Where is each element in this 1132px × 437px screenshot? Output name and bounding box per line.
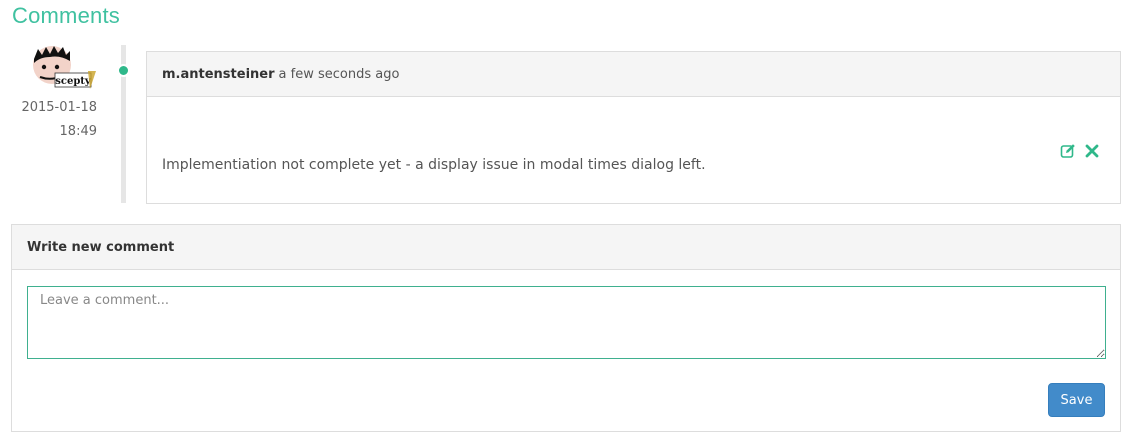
save-button[interactable]: Save: [1048, 383, 1105, 417]
new-comment-panel: Write new comment Save: [11, 224, 1121, 432]
timeline-dot: [117, 64, 130, 77]
comment-input[interactable]: [27, 286, 1106, 359]
avatar: scepty: [30, 45, 96, 97]
delete-icon[interactable]: [1084, 143, 1100, 159]
comment-header: m.antensteiner a few seconds ago: [147, 52, 1120, 97]
comment-actions: [1060, 143, 1100, 159]
svg-text:scepty: scepty: [55, 76, 92, 87]
comment-relative-time: a few seconds ago: [278, 66, 400, 82]
section-title: Comments: [12, 3, 120, 28]
new-comment-heading: Write new comment: [12, 225, 1120, 270]
comment-text: Implementiation not complete yet - a dis…: [162, 157, 706, 173]
comment-date: 2015-01-18: [21, 100, 97, 115]
comment-body: Implementiation not complete yet - a dis…: [147, 97, 1120, 203]
comment-author[interactable]: m.antensteiner: [162, 67, 275, 82]
comment-time: 18:49: [59, 124, 97, 139]
comment-card: m.antensteiner a few seconds ago Impleme…: [146, 51, 1121, 204]
edit-icon[interactable]: [1060, 143, 1076, 159]
